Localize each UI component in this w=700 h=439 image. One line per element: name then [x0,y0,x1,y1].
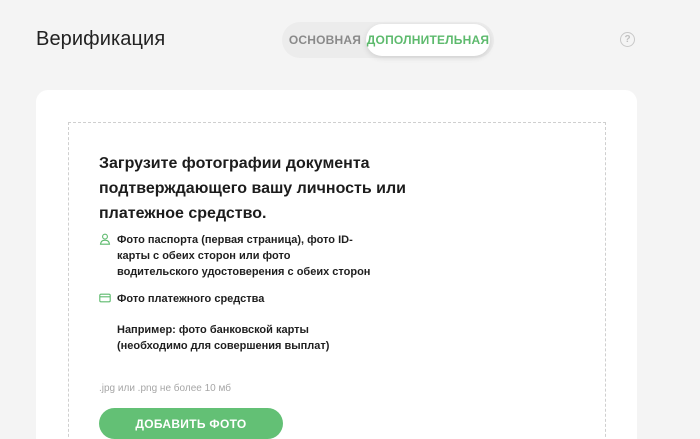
tab-additional[interactable]: ДОПОЛНИТЕЛЬНАЯ [366,24,490,56]
requirement-payment: Фото платежного средства [99,291,264,307]
file-format-note: .jpg или .png не более 10 мб [99,383,231,394]
payment-example-text: Например: фото банковской карты (необход… [117,324,330,352]
help-icon[interactable]: ? [620,32,635,47]
requirement-payment-text: Фото платежного средства [117,293,265,305]
upload-heading: Загрузите фотографии документа подтвержд… [99,155,407,222]
credit-card-icon [99,291,111,303]
requirement-passport: Фото паспорта (первая страница), фото ID… [99,232,372,280]
requirement-passport-text: Фото паспорта (первая страница), фото ID… [117,234,371,278]
person-icon [99,232,111,245]
tab-basic[interactable]: ОСНОВНАЯ [284,24,366,56]
add-photo-button[interactable]: ДОБАВИТЬ ФОТО [99,408,283,439]
page-title: Верификация [36,28,166,50]
tab-switcher: ОСНОВНАЯ ДОПОЛНИТЕЛЬНАЯ [282,22,494,58]
